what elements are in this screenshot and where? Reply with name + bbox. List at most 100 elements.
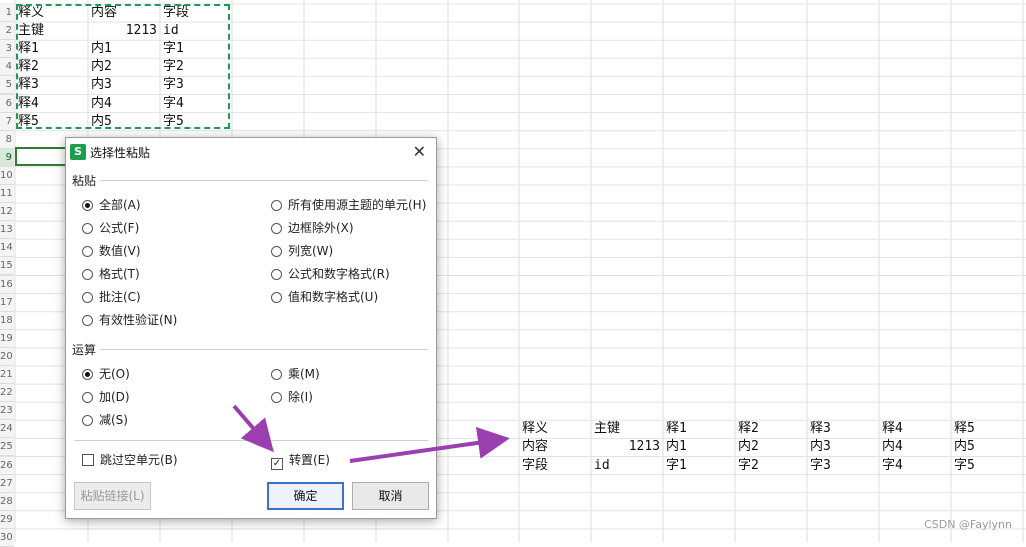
radio-option[interactable]: 有效性验证(N) — [82, 312, 177, 328]
radio-option[interactable]: 除(I) — [271, 389, 313, 405]
cancel-button[interactable]: 取消 — [352, 482, 429, 510]
paste-special-dialog: S 选择性粘贴 ✕ 粘贴 全部(A) 公式(F) 数值(V) 格式(T) 批注(C) 有效… — [65, 137, 437, 519]
row-header[interactable]: 12 — [0, 203, 14, 222]
radio-icon — [271, 269, 282, 280]
radio-option[interactable]: 无(O) — [82, 366, 130, 382]
radio-label: 公式(F) — [99, 221, 140, 235]
skip-blanks-checkbox[interactable]: 跳过空单元(B) — [82, 452, 178, 468]
row-header[interactable]: 20 — [0, 347, 14, 366]
table-cell[interactable]: 字2 — [738, 457, 804, 475]
table-cell[interactable]: 字5 — [954, 457, 1020, 475]
radio-label: 公式和数字格式(R) — [288, 267, 390, 281]
watermark: CSDN @Faylynn — [924, 518, 1012, 531]
table-cell[interactable]: 释5 — [954, 420, 1020, 438]
table-cell[interactable]: 字1 — [666, 457, 732, 475]
row-header[interactable]: 15 — [0, 257, 14, 276]
row-header[interactable]: 28 — [0, 492, 14, 511]
radio-option[interactable]: 公式和数字格式(R) — [271, 266, 390, 282]
radio-label: 加(D) — [99, 390, 130, 404]
table-cell[interactable]: 内容 — [522, 438, 588, 456]
table-cell[interactable]: 1213 — [594, 438, 660, 456]
paste-link-button[interactable]: 粘贴链接(L) — [74, 482, 151, 510]
row-header[interactable]: 8 — [0, 130, 14, 149]
radio-icon — [271, 200, 282, 211]
row-header[interactable]: 14 — [0, 239, 14, 258]
radio-option[interactable]: 全部(A) — [82, 197, 141, 213]
paste-section-label: 粘贴 — [72, 174, 97, 188]
radio-icon — [82, 200, 93, 211]
radio-option[interactable]: 数值(V) — [82, 243, 141, 259]
table-cell[interactable]: 释1 — [666, 420, 732, 438]
radio-icon — [82, 223, 93, 234]
row-header[interactable]: 9 — [0, 148, 14, 167]
radio-icon — [82, 246, 93, 257]
dialog-title: 选择性粘贴 — [90, 146, 151, 160]
radio-option[interactable]: 所有使用源主题的单元(H) — [271, 197, 426, 213]
radio-icon — [271, 246, 282, 257]
row-header[interactable]: 5 — [0, 76, 14, 95]
table-cell[interactable]: 内5 — [954, 438, 1020, 456]
radio-option[interactable]: 减(S) — [82, 412, 128, 428]
radio-option[interactable]: 边框除外(X) — [271, 220, 354, 236]
radio-label: 有效性验证(N) — [99, 313, 178, 327]
radio-label: 格式(T) — [99, 267, 140, 281]
radio-option[interactable]: 乘(M) — [271, 366, 320, 382]
row-header[interactable]: 22 — [0, 384, 14, 403]
table-cell[interactable]: 释4 — [882, 420, 948, 438]
dialog-titlebar: S 选择性粘贴 ✕ — [66, 138, 436, 166]
table-cell[interactable]: id — [594, 457, 660, 475]
row-header[interactable]: 16 — [0, 275, 14, 294]
radio-label: 除(I) — [288, 390, 313, 404]
table-cell[interactable]: 字段 — [522, 457, 588, 475]
row-header[interactable]: 13 — [0, 221, 14, 240]
row-header[interactable]: 19 — [0, 329, 14, 348]
row-header[interactable]: 7 — [0, 112, 14, 131]
row-header[interactable]: 11 — [0, 185, 14, 203]
table-cell[interactable]: 释2 — [738, 420, 804, 438]
table-cell[interactable]: 字3 — [810, 457, 876, 475]
ok-button[interactable]: 确定 — [267, 482, 344, 510]
radio-option[interactable]: 加(D) — [82, 389, 130, 405]
radio-option[interactable]: 列宽(W) — [271, 243, 333, 259]
row-header[interactable]: 10 — [0, 166, 14, 185]
table-cell[interactable]: 内4 — [882, 438, 948, 456]
row-header[interactable]: 27 — [0, 474, 14, 493]
radio-label: 无(O) — [99, 367, 130, 381]
row-header[interactable]: 17 — [0, 293, 14, 312]
table-cell[interactable]: 释义 — [522, 420, 588, 438]
row-header[interactable]: 4 — [0, 58, 14, 77]
radio-option[interactable]: 值和数字格式(U) — [271, 289, 378, 305]
table-cell[interactable]: 释3 — [810, 420, 876, 438]
table-cell[interactable]: 内2 — [738, 438, 804, 456]
row-header[interactable]: 2 — [0, 22, 14, 41]
radio-icon — [82, 415, 93, 426]
table-cell[interactable]: 内3 — [810, 438, 876, 456]
radio-option[interactable]: 格式(T) — [82, 266, 140, 282]
row-header[interactable]: 24 — [0, 420, 14, 439]
table-cell[interactable]: 内1 — [666, 438, 732, 456]
row-header[interactable]: 3 — [0, 40, 14, 59]
radio-label: 全部(A) — [99, 198, 141, 212]
radio-icon — [271, 392, 282, 403]
row-header[interactable]: 18 — [0, 311, 14, 330]
table-cell[interactable]: 字4 — [882, 457, 948, 475]
check-icon: ✓ — [271, 458, 283, 470]
divider — [100, 349, 428, 350]
row-header[interactable]: 6 — [0, 94, 14, 113]
table-cell[interactable]: 主键 — [594, 420, 660, 438]
radio-label: 边框除外(X) — [288, 221, 354, 235]
row-header[interactable]: 29 — [0, 510, 14, 529]
row-header[interactable]: 23 — [0, 402, 14, 421]
transpose-checkbox[interactable]: ✓ 转置(E) — [271, 452, 330, 470]
row-header[interactable]: 26 — [0, 456, 14, 475]
row-header[interactable]: 1 — [0, 4, 14, 22]
close-icon[interactable]: ✕ — [413, 142, 426, 161]
row-header[interactable]: 25 — [0, 438, 14, 457]
radio-option[interactable]: 公式(F) — [82, 220, 139, 236]
radio-icon — [271, 223, 282, 234]
copy-marquee — [16, 4, 230, 129]
radio-label: 批注(C) — [99, 290, 141, 304]
row-header[interactable]: 30 — [0, 528, 14, 547]
row-header[interactable]: 21 — [0, 366, 14, 384]
radio-option[interactable]: 批注(C) — [82, 289, 141, 305]
